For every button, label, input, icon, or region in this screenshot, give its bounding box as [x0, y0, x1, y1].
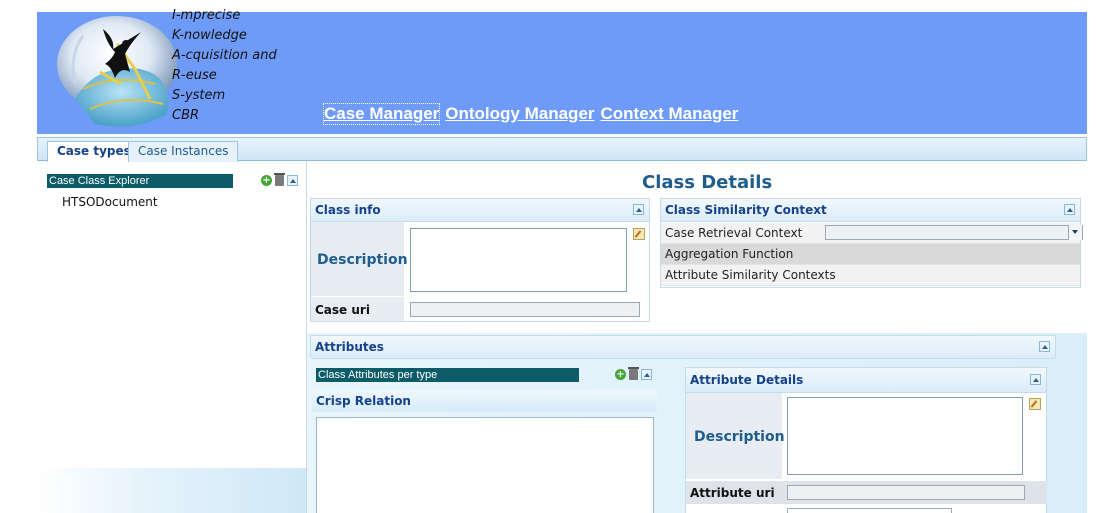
app-header: I-mprecise K-nowledge A-cquisition and R… [37, 8, 1087, 134]
attribute-details-panel: Attribute Details Description Attribute … [685, 367, 1047, 513]
attribute-uri-field[interactable] [787, 485, 1025, 500]
collapse-icon[interactable] [1064, 204, 1075, 215]
tab-bar: Case types Case Instances [37, 137, 1087, 163]
add-icon[interactable]: + [615, 369, 626, 380]
trash-icon[interactable] [628, 367, 639, 380]
class-details-main: Class Details Class info Description Cas… [307, 162, 1087, 513]
case-uri-field[interactable] [410, 302, 640, 317]
class-similarity-panel: Class Similarity Context Case Retrieval … [660, 198, 1083, 288]
row-label: Aggregation Function [665, 247, 794, 261]
attribute-similarity-contexts-row: Attribute Similarity Contexts [661, 265, 1080, 286]
case-retrieval-context-row: Case Retrieval Context [661, 223, 1083, 244]
row-label: Attribute Similarity Contexts [665, 268, 836, 282]
case-retrieval-context-select[interactable] [825, 225, 1083, 240]
attributes-toolbar: + [615, 367, 652, 380]
chevron-down-icon[interactable] [1068, 225, 1082, 240]
explorer-toolbar: + [261, 173, 298, 186]
tab-case-instances[interactable]: Case Instances [128, 141, 239, 162]
page-title: Class Details [642, 172, 773, 193]
panel-title: Attribute Details [690, 373, 804, 387]
tagline-line: CBR [172, 108, 200, 123]
panel-background [37, 468, 306, 513]
collapse-icon[interactable] [641, 369, 652, 380]
ikarus-logo [57, 16, 177, 127]
tree-item[interactable]: HTSODocument [62, 195, 158, 209]
tagline-line: R-euse [172, 68, 217, 83]
nav-case-manager[interactable]: Case Manager [322, 103, 441, 125]
tagline-line: A-cquisition and [172, 48, 277, 63]
attribute-extra-field[interactable] [787, 508, 952, 513]
description-textarea[interactable] [410, 228, 627, 292]
description-label: Description [317, 252, 408, 268]
panel-header: Attributes [311, 336, 1055, 359]
top-navigation: Case Manager Ontology Manager Context Ma… [322, 103, 739, 125]
class-info-panel: Class info Description Case uri [310, 198, 650, 322]
edit-icon[interactable] [1029, 398, 1041, 410]
row-label: Case Retrieval Context [665, 226, 803, 240]
aggregation-function-row: Aggregation Function [661, 244, 1080, 265]
edit-icon[interactable] [633, 228, 645, 240]
panel-title: Attributes [315, 340, 384, 354]
case-class-explorer-panel: Case Class Explorer + HTSODocument [37, 162, 307, 513]
attribute-description-textarea[interactable] [787, 397, 1023, 475]
class-attributes-list-title[interactable]: Class Attributes per type [316, 368, 579, 382]
attribute-uri-label: Attribute uri [690, 486, 775, 500]
explorer-title[interactable]: Case Class Explorer [47, 174, 233, 188]
crisp-relation-list[interactable] [316, 417, 654, 513]
tagline-line: K-nowledge [172, 28, 247, 43]
collapse-icon[interactable] [1030, 374, 1041, 385]
app-tagline: I-mprecise K-nowledge A-cquisition and R… [172, 6, 277, 126]
panel-header: Attribute Details [686, 368, 1046, 393]
tagline-line: S-ystem [172, 88, 226, 103]
description-label: Description [694, 429, 785, 445]
add-icon[interactable]: + [261, 175, 272, 186]
tab-case-types[interactable]: Case types [47, 141, 141, 163]
tagline-line: I-mprecise [172, 8, 241, 23]
collapse-icon[interactable] [287, 175, 298, 186]
case-uri-label: Case uri [315, 303, 370, 317]
trash-icon[interactable] [274, 173, 285, 186]
nav-context-manager[interactable]: Context Manager [601, 104, 739, 124]
panel-title: Class Similarity Context [665, 203, 827, 217]
crisp-relation-header[interactable]: Crisp Relation [312, 390, 657, 412]
panel-header: Class Similarity Context [661, 199, 1080, 222]
collapse-icon[interactable] [633, 204, 644, 215]
panel-header: Class info [311, 199, 649, 222]
attributes-panel: Attributes [310, 335, 1056, 359]
collapse-icon[interactable] [1039, 341, 1050, 352]
nav-ontology-manager[interactable]: Ontology Manager [445, 104, 594, 124]
panel-title: Class info [315, 203, 381, 217]
